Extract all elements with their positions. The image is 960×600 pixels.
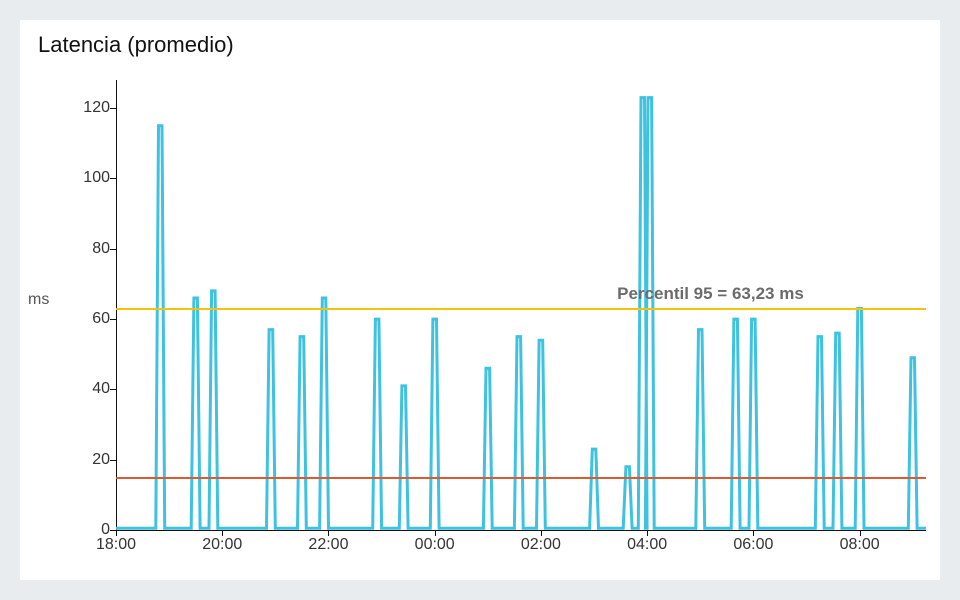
y-tick-label: 100	[50, 169, 110, 187]
x-tick-mark	[435, 530, 436, 536]
x-tick-mark	[860, 530, 861, 536]
y-axis-label: ms	[28, 291, 49, 309]
y-tick-mark	[110, 249, 116, 250]
x-tick-mark	[541, 530, 542, 536]
y-tick-label: 20	[50, 451, 110, 469]
y-tick-mark	[110, 460, 116, 461]
x-tick-label: 06:00	[733, 536, 773, 554]
p95-reference-line	[116, 308, 926, 310]
y-tick-mark	[110, 178, 116, 179]
y-tick-mark	[110, 389, 116, 390]
x-tick-label: 02:00	[521, 536, 561, 554]
x-tick-mark	[222, 530, 223, 536]
x-tick-mark	[753, 530, 754, 536]
x-tick-label: 22:00	[308, 536, 348, 554]
y-tick-label: 40	[50, 380, 110, 398]
x-axis-line	[116, 530, 926, 531]
x-tick-label: 20:00	[202, 536, 242, 554]
y-tick-mark	[110, 108, 116, 109]
p95-annotation: Percentil 95 = 63,23 ms	[617, 284, 804, 304]
plot-area	[116, 80, 926, 530]
x-tick-label: 08:00	[840, 536, 880, 554]
y-tick-label: 120	[50, 99, 110, 117]
x-tick-mark	[328, 530, 329, 536]
x-tick-label: 04:00	[627, 536, 667, 554]
y-tick-mark	[110, 319, 116, 320]
chart-card: Latencia (promedio) ms Percentil 95 = 63…	[20, 20, 940, 580]
x-tick-label: 00:00	[415, 536, 455, 554]
y-tick-label: 60	[50, 310, 110, 328]
x-tick-mark	[647, 530, 648, 536]
chart-title: Latencia (promedio)	[38, 32, 234, 58]
x-tick-mark	[116, 530, 117, 536]
latency-line-series	[116, 80, 926, 530]
x-tick-label: 18:00	[96, 536, 136, 554]
y-tick-label: 80	[50, 240, 110, 258]
latency-polyline	[116, 98, 926, 529]
threshold-reference-line	[116, 477, 926, 479]
